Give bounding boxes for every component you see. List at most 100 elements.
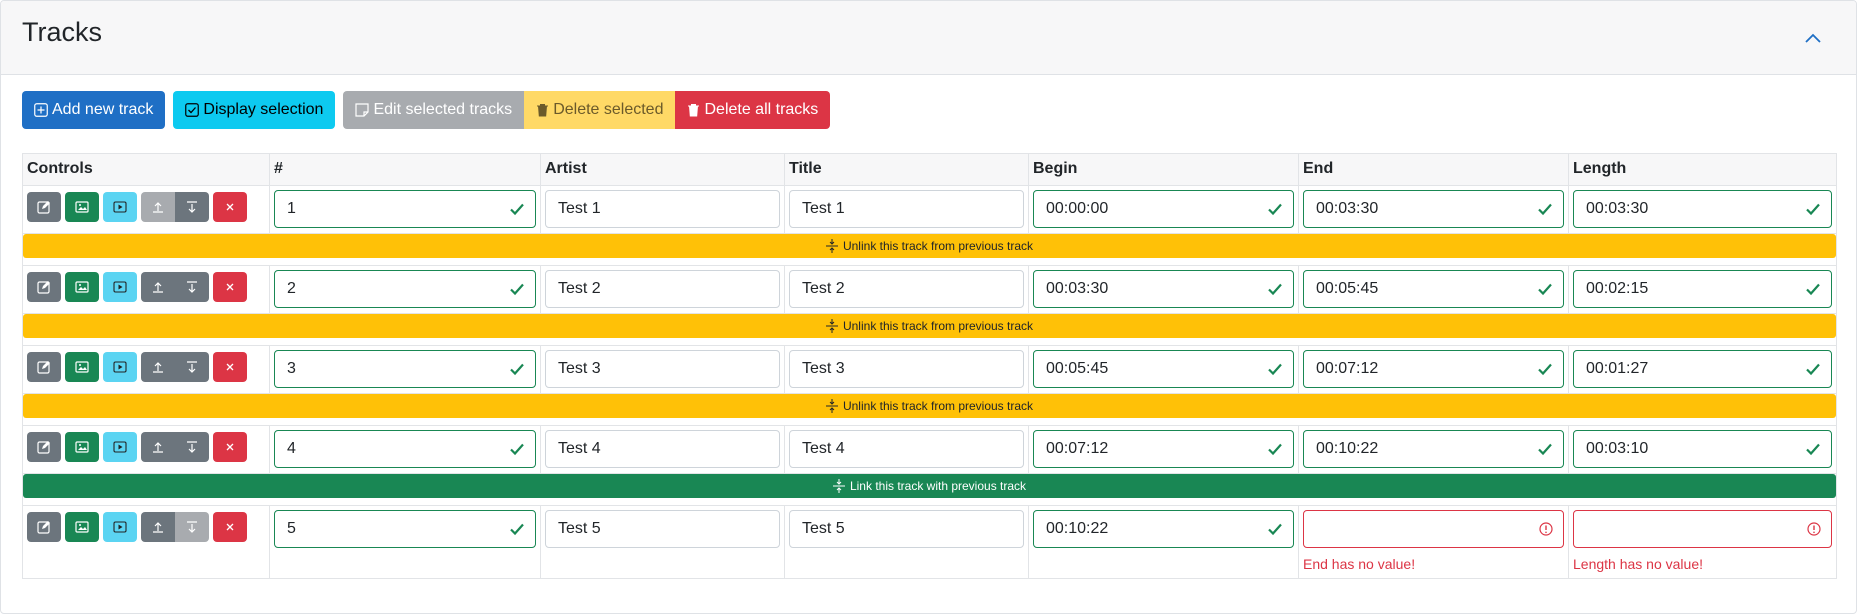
title-input[interactable] <box>802 200 1011 218</box>
move-up-button[interactable] <box>141 512 175 542</box>
delete-selected-button[interactable]: Delete selected <box>524 91 676 129</box>
cover-image-button[interactable] <box>65 192 99 222</box>
remove-track-button[interactable] <box>213 352 247 382</box>
length-input[interactable] <box>1586 440 1819 458</box>
begin-input[interactable] <box>1046 520 1281 538</box>
artist-input[interactable] <box>558 280 767 298</box>
preview-track-button[interactable] <box>103 272 137 302</box>
move-up-button[interactable] <box>141 272 175 302</box>
track-number-cell <box>269 505 541 579</box>
begin-input[interactable] <box>1046 280 1281 298</box>
track-number-input[interactable] <box>287 360 523 378</box>
artist-input[interactable] <box>558 440 767 458</box>
artist-input[interactable] <box>558 200 767 218</box>
begin-cell <box>1028 265 1299 314</box>
move-down-button[interactable] <box>175 432 209 462</box>
end-field <box>1303 190 1564 228</box>
length-input[interactable] <box>1586 520 1819 538</box>
artist-input[interactable] <box>558 360 767 378</box>
track-number-cell <box>269 345 541 394</box>
end-input[interactable] <box>1316 360 1551 378</box>
column-header-artist: Artist <box>540 153 785 186</box>
link-row-cell: Unlink this track from previous track <box>22 393 1837 426</box>
title-input[interactable] <box>802 520 1011 538</box>
page-title: Tracks <box>22 17 102 47</box>
begin-input[interactable] <box>1046 200 1281 218</box>
length-input[interactable] <box>1586 200 1819 218</box>
artist-cell <box>540 265 785 314</box>
chevron-up-icon[interactable] <box>1804 31 1826 47</box>
move-down-button[interactable] <box>175 512 209 542</box>
length-input[interactable] <box>1586 280 1819 298</box>
track-number-cell <box>269 185 541 234</box>
move-down-button[interactable] <box>175 272 209 302</box>
track-number-cell <box>269 265 541 314</box>
move-up-button[interactable] <box>141 192 175 222</box>
cover-image-button[interactable] <box>65 272 99 302</box>
move-up-button[interactable] <box>141 352 175 382</box>
length-cell <box>1568 425 1837 474</box>
preview-track-button[interactable] <box>103 512 137 542</box>
end-input[interactable] <box>1316 440 1551 458</box>
edit-track-button[interactable] <box>27 432 61 462</box>
remove-track-button[interactable] <box>213 192 247 222</box>
track-number-input[interactable] <box>287 200 523 218</box>
edit-track-button[interactable] <box>27 272 61 302</box>
edit-track-button[interactable] <box>27 512 61 542</box>
begin-cell <box>1028 345 1299 394</box>
link-row: Unlink this track from previous track <box>22 233 1837 266</box>
remove-track-button[interactable] <box>213 272 247 302</box>
close-icon <box>226 203 234 211</box>
artist-input[interactable] <box>558 520 767 538</box>
artist-field <box>545 510 780 548</box>
begin-field <box>1033 350 1294 388</box>
preview-track-button[interactable] <box>103 192 137 222</box>
column-header-begin: Begin <box>1028 153 1299 186</box>
card-header: Tracks <box>1 1 1856 75</box>
begin-input[interactable] <box>1046 360 1281 378</box>
display-selection-button[interactable]: Display selection <box>173 91 336 129</box>
preview-track-button[interactable] <box>103 432 137 462</box>
preview-track-button[interactable] <box>103 352 137 382</box>
track-number-input[interactable] <box>287 440 523 458</box>
move-down-button[interactable] <box>175 352 209 382</box>
table-row <box>22 345 1837 394</box>
pencil-square-icon <box>37 200 51 214</box>
end-input[interactable] <box>1316 200 1551 218</box>
controls-cell <box>22 425 270 474</box>
length-input[interactable] <box>1586 360 1819 378</box>
move-down-button[interactable] <box>175 192 209 222</box>
end-input[interactable] <box>1316 280 1551 298</box>
link-track-button[interactable]: Link this track with previous track <box>23 474 1836 498</box>
download-arrow-icon <box>186 281 198 293</box>
close-icon <box>226 443 234 451</box>
edit-track-button[interactable] <box>27 192 61 222</box>
remove-track-button[interactable] <box>213 512 247 542</box>
track-number-input[interactable] <box>287 520 523 538</box>
move-buttons <box>141 432 209 462</box>
title-input[interactable] <box>802 280 1011 298</box>
title-input[interactable] <box>802 360 1011 378</box>
cover-image-button[interactable] <box>65 432 99 462</box>
track-number-field <box>274 270 536 308</box>
unlink-track-button[interactable]: Unlink this track from previous track <box>23 234 1836 258</box>
cover-image-button[interactable] <box>65 352 99 382</box>
title-input[interactable] <box>802 440 1011 458</box>
edit-selected-button[interactable]: Edit selected tracks <box>343 91 525 129</box>
edit-track-button[interactable] <box>27 352 61 382</box>
row-controls <box>23 186 269 222</box>
length-field <box>1573 510 1832 548</box>
track-number-input[interactable] <box>287 280 523 298</box>
cover-image-button[interactable] <box>65 512 99 542</box>
unlink-track-button[interactable]: Unlink this track from previous track <box>23 314 1836 338</box>
end-cell <box>1298 185 1569 234</box>
add-track-button[interactable]: Add new track <box>22 91 166 129</box>
move-up-button[interactable] <box>141 432 175 462</box>
unlink-track-button[interactable]: Unlink this track from previous track <box>23 394 1836 418</box>
end-input[interactable] <box>1316 520 1551 538</box>
begin-input[interactable] <box>1046 440 1281 458</box>
link-row-cell: Link this track with previous track <box>22 473 1837 506</box>
remove-track-button[interactable] <box>213 432 247 462</box>
delete-all-button[interactable]: Delete all tracks <box>675 91 831 129</box>
begin-field <box>1033 510 1294 548</box>
